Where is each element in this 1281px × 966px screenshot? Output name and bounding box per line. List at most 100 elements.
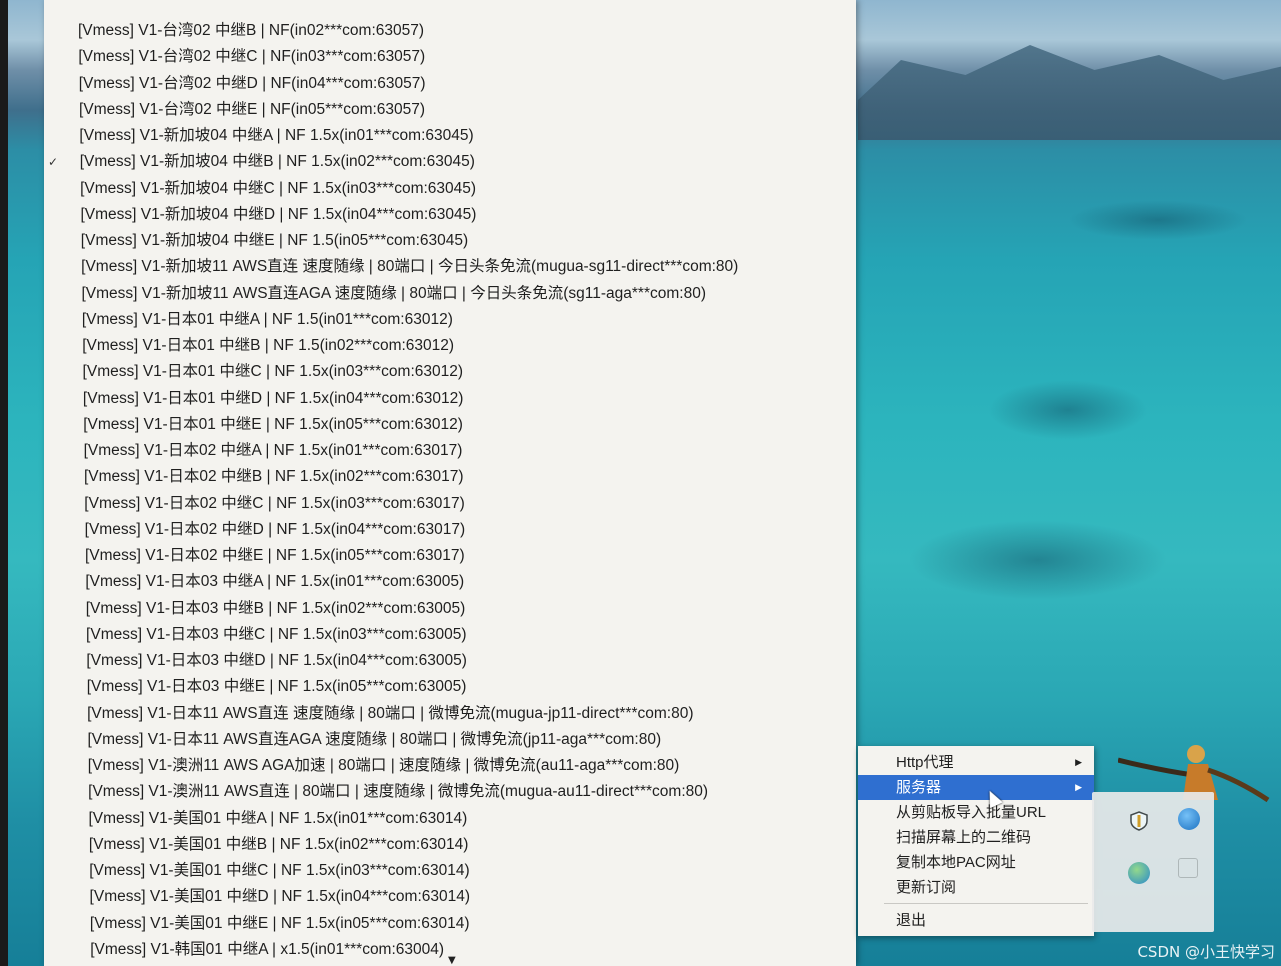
server-menu-item-label: [Vmess] V1-美国01 中继D | NF 1.5x(in04***com…	[89, 888, 471, 906]
server-menu-item-label: [Vmess] V1-日本03 中继D | NF 1.5x(in04***com…	[86, 652, 467, 669]
wallpaper-reef	[908, 520, 1168, 600]
server-menu-item[interactable]: [Vmess] V1-台湾02 中继E | NF(in05***com:6305…	[44, 97, 856, 123]
context-menu-item-label: Http代理	[896, 754, 954, 771]
shield-icon[interactable]	[1128, 810, 1150, 832]
server-menu-item-label: [Vmess] V1-新加坡04 中继B | NF 1.5x(in02***co…	[79, 153, 475, 171]
check-icon: ✓	[48, 155, 59, 170]
server-menu-item-label: [Vmess] V1-日本01 中继D | NF 1.5x(in04***com…	[82, 389, 464, 407]
server-menu-item[interactable]: [Vmess] V1-日本02 中继A | NF 1.5x(in01***com…	[44, 438, 856, 464]
server-menu-item[interactable]: [Vmess] V1-日本02 中继C | NF 1.5x(in03***com…	[44, 491, 856, 517]
server-menu-item-label: [Vmess] V1-日本11 AWS直连 速度随缘 | 80端口 | 微博免流…	[87, 704, 694, 722]
server-menu-item-label: [Vmess] V1-新加坡04 中继C | NF 1.5x(in03***co…	[80, 179, 477, 197]
context-menu-item-label: 从剪贴板导入批量URL	[896, 804, 1047, 821]
context-menu-item-label: 更新订阅	[896, 879, 957, 896]
server-menu-item-label: [Vmess] V1-美国01 中继B | NF 1.5x(in02***com…	[88, 835, 469, 853]
server-menu-item-label: [Vmess] V1-韩国01 中继A | x1.5(in01***com:63…	[90, 940, 445, 958]
server-menu-item[interactable]: [Vmess] V1-日本01 中继D | NF 1.5x(in04***com…	[44, 386, 856, 412]
server-menu-item[interactable]: [Vmess] V1-澳洲11 AWS直连 | 80端口 | 速度随缘 | 微博…	[44, 779, 856, 805]
server-menu-item-label: [Vmess] V1-新加坡04 中继E | NF 1.5(in05***com…	[80, 232, 469, 249]
server-menu-item[interactable]: ✓ [Vmess] V1-新加坡04 中继B | NF 1.5x(in02***c…	[44, 149, 856, 175]
server-menu-item-label: [Vmess] V1-日本02 中继D | NF 1.5x(in04***com…	[84, 520, 466, 538]
server-menu-item-label: [Vmess] V1-日本01 中继C | NF 1.5x(in03***com…	[82, 363, 464, 381]
server-menu-item-label: [Vmess] V1-美国01 中继C | NF 1.5x(in03***com…	[89, 862, 470, 879]
server-menu-item[interactable]: [Vmess] V1-日本03 中继C | NF 1.5x(in03***com…	[44, 622, 856, 648]
tray-context-menu: Http代理 ▶ 服务器 ▶ 从剪贴板导入批量URL 扫描屏幕上的二维码 复制本地PAC网址…	[858, 746, 1094, 936]
server-menu-item[interactable]: [Vmess] V1-日本03 中继D | NF 1.5x(in04***com…	[44, 648, 856, 674]
server-menu-item-label: [Vmess] V1-台湾02 中继D | NF(in04***com:6305…	[78, 74, 426, 92]
context-menu-item-label: 服务器	[896, 779, 942, 796]
wallpaper-mountain	[858, 45, 1281, 140]
server-menu-item-label: [Vmess] V1-日本03 中继A | NF 1.5x(in01***com…	[85, 573, 465, 591]
watermark-text: CSDN @小王快学习	[1137, 943, 1275, 961]
server-menu-item-label: [Vmess] V1-新加坡11 AWS直连AGA 速度随缘 | 80端口 | …	[81, 284, 706, 302]
server-menu-item[interactable]: [Vmess] V1-新加坡04 中继A | NF 1.5x(in01***co…	[44, 123, 856, 149]
server-menu-item-label: [Vmess] V1-日本01 中继B | NF 1.5(in02***com:…	[82, 337, 455, 354]
globe-icon[interactable]	[1128, 862, 1150, 884]
context-menu-item[interactable]: 扫描屏幕上的二维码	[858, 825, 1094, 850]
server-menu-item-label: [Vmess] V1-台湾02 中继B | NF(in02***com:6305…	[78, 22, 425, 39]
globe-icon[interactable]	[1178, 808, 1200, 830]
server-menu-item-label: [Vmess] V1-日本11 AWS直连AGA 速度随缘 | 80端口 | 微…	[87, 730, 662, 748]
server-menu-item[interactable]: [Vmess] V1-澳洲11 AWS AGA加速 | 80端口 | 速度随缘 …	[44, 753, 856, 779]
context-menu-item[interactable]: 更新订阅	[858, 875, 1094, 900]
server-menu-item-label: [Vmess] V1-日本02 中继A | NF 1.5x(in01***com…	[83, 442, 463, 459]
server-menu-item-label: [Vmess] V1-美国01 中继A | NF 1.5x(in01***com…	[88, 809, 468, 827]
context-menu-item-label: 退出	[896, 912, 927, 929]
server-menu-item[interactable]: [Vmess] V1-美国01 中继E | NF 1.5x(in05***com…	[44, 911, 856, 937]
system-tray-overflow	[1092, 792, 1214, 932]
context-menu-item[interactable]: 从剪贴板导入批量URL	[858, 800, 1094, 825]
server-menu-item[interactable]: [Vmess] V1-美国01 中继C | NF 1.5x(in03***com…	[44, 858, 856, 884]
wallpaper-reef	[1068, 200, 1248, 240]
server-menu-item-label: [Vmess] V1-日本02 中继B | NF 1.5x(in02***com…	[83, 468, 464, 486]
server-menu-item-label: [Vmess] V1-新加坡11 AWS直连 速度随缘 | 80端口 | 今日头…	[81, 258, 739, 276]
server-menu-item[interactable]: [Vmess] V1-台湾02 中继B | NF(in02***com:6305…	[44, 18, 856, 44]
server-menu-item[interactable]: [Vmess] V1-新加坡04 中继C | NF 1.5x(in03***co…	[44, 176, 856, 202]
server-menu-item[interactable]: [Vmess] V1-日本11 AWS直连 速度随缘 | 80端口 | 微博免流…	[44, 701, 856, 727]
server-menu-item[interactable]: [Vmess] V1-日本03 中继B | NF 1.5x(in02***com…	[44, 596, 856, 622]
server-menu-item[interactable]: [Vmess] V1-美国01 中继A | NF 1.5x(in01***com…	[44, 806, 856, 832]
server-menu-item-label: [Vmess] V1-日本02 中继C | NF 1.5x(in03***com…	[84, 494, 465, 512]
server-menu-item[interactable]: [Vmess] V1-日本01 中继A | NF 1.5(in01***com:…	[44, 307, 856, 333]
server-menu-item-label: [Vmess] V1-日本03 中继B | NF 1.5x(in02***com…	[85, 599, 466, 617]
server-menu-item[interactable]: [Vmess] V1-新加坡04 中继D | NF 1.5x(in04***co…	[44, 202, 856, 228]
context-menu-item[interactable]: 复制本地PAC网址	[858, 850, 1094, 875]
server-menu-item-label: [Vmess] V1-日本01 中继A | NF 1.5(in01***com:…	[81, 310, 453, 328]
server-menu-item-label: [Vmess] V1-澳洲11 AWS直连 | 80端口 | 速度随缘 | 微博…	[88, 783, 709, 801]
server-menu-item[interactable]: [Vmess] V1-新加坡11 AWS直连 速度随缘 | 80端口 | 今日头…	[44, 254, 856, 280]
server-menu-item-label: [Vmess] V1-日本03 中继E | NF 1.5x(in05***com…	[86, 678, 467, 696]
server-menu-item[interactable]: [Vmess] V1-日本02 中继E | NF 1.5x(in05***com…	[44, 543, 856, 569]
chevron-right-icon: ▶	[1075, 782, 1082, 792]
menu-separator	[884, 903, 1088, 904]
server-menu-item-label: [Vmess] V1-日本03 中继C | NF 1.5x(in03***com…	[86, 625, 467, 643]
server-menu-item-label: [Vmess] V1-日本02 中继E | NF 1.5x(in05***com…	[85, 547, 465, 564]
server-menu-item[interactable]: [Vmess] V1-新加坡04 中继E | NF 1.5(in05***com…	[44, 228, 856, 254]
server-menu-item[interactable]: [Vmess] V1-新加坡11 AWS直连AGA 速度随缘 | 80端口 | …	[44, 281, 856, 307]
context-menu-item[interactable]: 服务器 ▶	[858, 775, 1094, 800]
server-menu-item[interactable]: [Vmess] V1-美国01 中继B | NF 1.5x(in02***com…	[44, 832, 856, 858]
window-icon[interactable]	[1178, 858, 1198, 878]
server-menu-item[interactable]: [Vmess] V1-美国01 中继D | NF 1.5x(in04***com…	[44, 884, 856, 910]
server-menu-item-label: [Vmess] V1-澳洲11 AWS AGA加速 | 80端口 | 速度随缘 …	[87, 757, 680, 774]
server-menu-item[interactable]: [Vmess] V1-日本01 中继B | NF 1.5(in02***com:…	[44, 333, 856, 359]
context-menu-item[interactable]: 退出	[858, 908, 1094, 933]
server-menu-item[interactable]: [Vmess] V1-日本03 中继E | NF 1.5x(in05***com…	[44, 674, 856, 700]
server-menu-item[interactable]: [Vmess] V1-日本02 中继B | NF 1.5x(in02***com…	[44, 464, 856, 490]
wallpaper-reef	[988, 380, 1148, 440]
server-menu-item[interactable]: [Vmess] V1-台湾02 中继D | NF(in04***com:6305…	[44, 71, 856, 97]
context-menu-item[interactable]: Http代理 ▶	[858, 750, 1094, 775]
server-menu-item[interactable]: [Vmess] V1-日本02 中继D | NF 1.5x(in04***com…	[44, 517, 856, 543]
triangle-down-icon[interactable]: ▼	[448, 955, 456, 966]
server-menu-item[interactable]: [Vmess] V1-日本01 中继E | NF 1.5x(in05***com…	[44, 412, 856, 438]
server-menu-item-label: [Vmess] V1-新加坡04 中继A | NF 1.5x(in01***co…	[79, 127, 474, 144]
server-list-menu: [Vmess] V1-台湾02 中继B | NF(in02***com:6305…	[44, 0, 856, 966]
server-menu-item[interactable]: [Vmess] V1-日本11 AWS直连AGA 速度随缘 | 80端口 | 微…	[44, 727, 856, 753]
server-menu-item-label: [Vmess] V1-新加坡04 中继D | NF 1.5x(in04***co…	[80, 205, 477, 223]
server-menu-item[interactable]: [Vmess] V1-日本01 中继C | NF 1.5x(in03***com…	[44, 359, 856, 385]
server-menu-item-label: [Vmess] V1-日本01 中继E | NF 1.5x(in05***com…	[83, 415, 463, 433]
server-menu-item-label: [Vmess] V1-台湾02 中继E | NF(in05***com:6305…	[79, 100, 426, 118]
server-menu-item-label: [Vmess] V1-台湾02 中继C | NF(in03***com:6305…	[78, 48, 426, 66]
context-menu-item-label: 复制本地PAC网址	[896, 854, 1016, 871]
server-menu-item[interactable]: [Vmess] V1-日本03 中继A | NF 1.5x(in01***com…	[44, 569, 856, 595]
server-menu-item[interactable]: [Vmess] V1-台湾02 中继C | NF(in03***com:6305…	[44, 44, 856, 70]
server-menu-item-label: [Vmess] V1-美国01 中继E | NF 1.5x(in05***com…	[89, 914, 470, 932]
